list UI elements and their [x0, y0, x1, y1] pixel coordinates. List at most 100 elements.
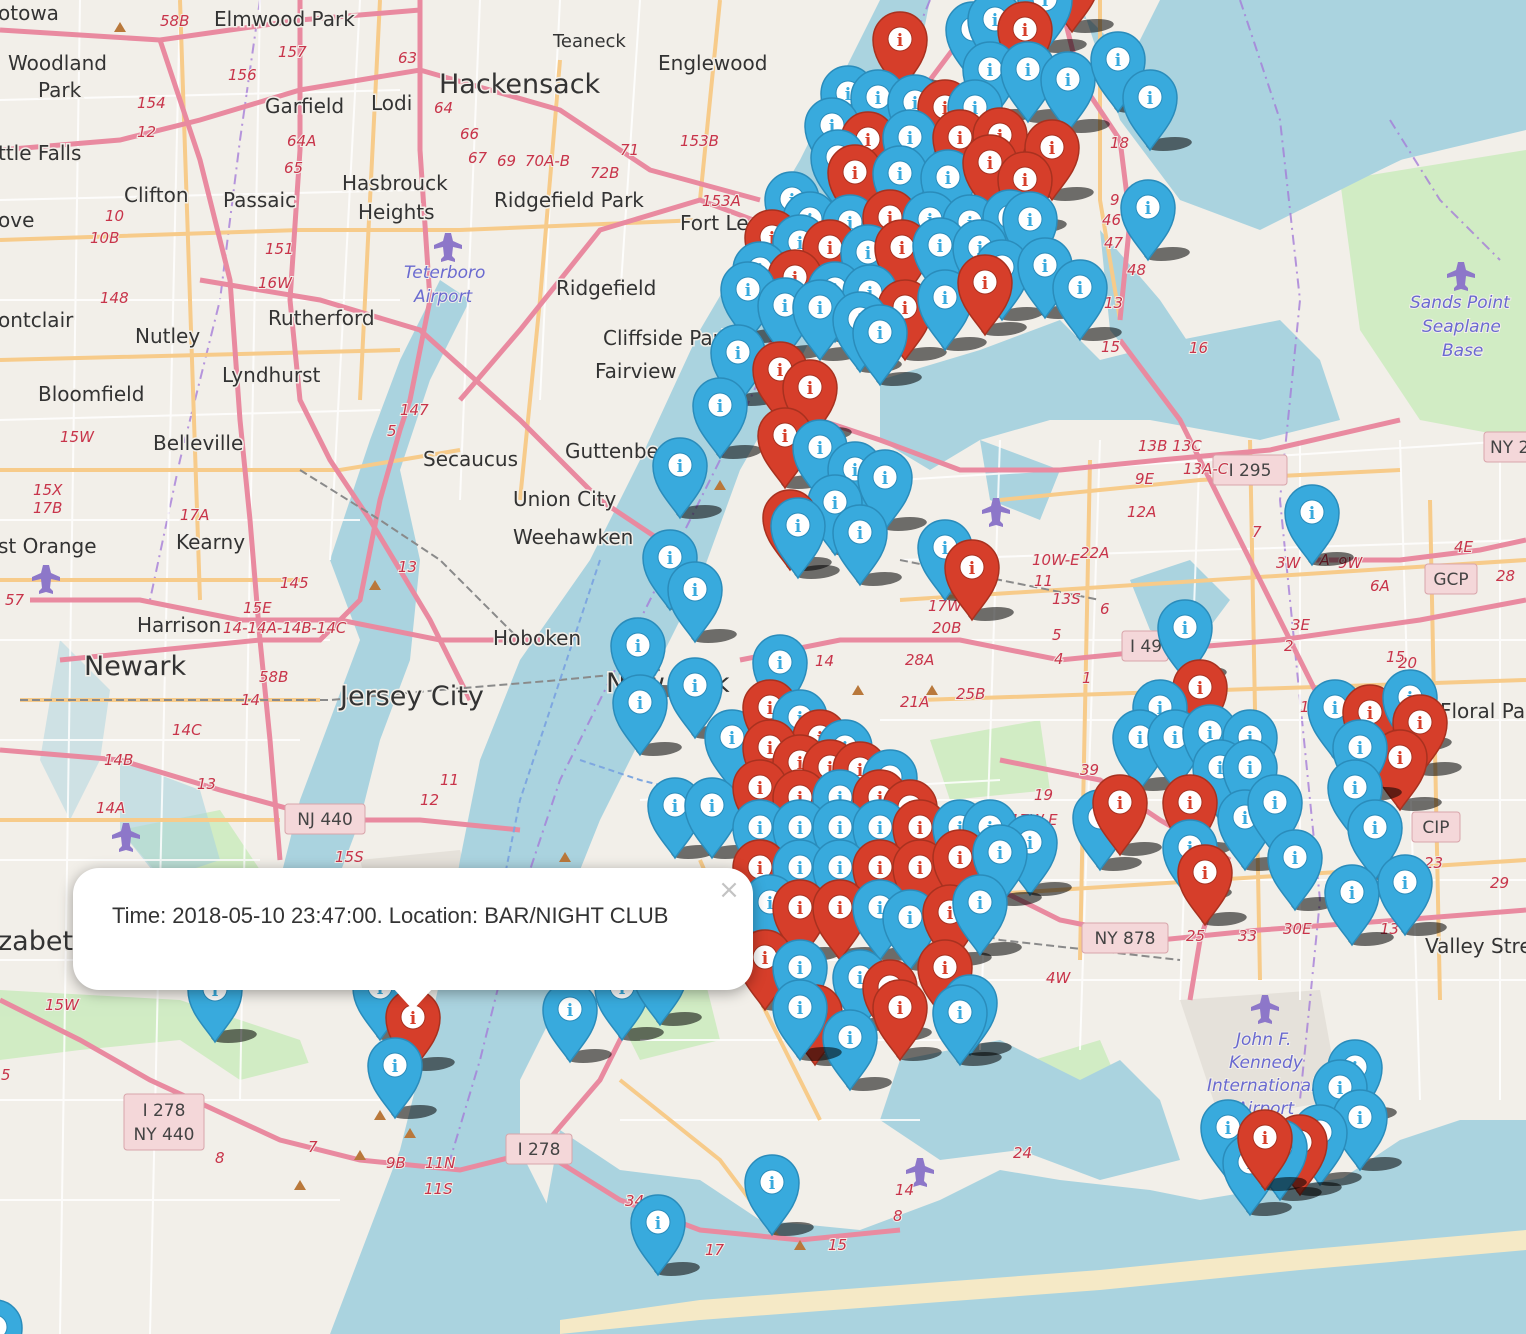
info-icon: i [1332, 699, 1339, 719]
info-icon: i [1417, 714, 1424, 734]
info-icon: i [837, 859, 844, 879]
marker-blue[interactable]: i [0, 1299, 42, 1334]
info-icon: i [1182, 619, 1189, 639]
marker-blue[interactable]: i [1284, 484, 1359, 566]
info-icon: i [857, 524, 864, 544]
info-icon: i [1357, 1109, 1364, 1129]
info-icon: i [735, 344, 742, 364]
info-icon: i [692, 581, 699, 601]
info-icon: i [635, 637, 642, 657]
marker-blue[interactable]: i [692, 377, 767, 459]
info-icon: i [969, 559, 976, 579]
info-icon: i [667, 549, 674, 569]
info-icon: i [1147, 89, 1154, 109]
marker-blue[interactable]: i [1377, 854, 1452, 936]
info-icon: i [1027, 834, 1034, 854]
info-icon: i [1115, 51, 1122, 71]
info-icon: i [729, 729, 736, 749]
info-icon: i [797, 859, 804, 879]
info-icon: i [827, 239, 834, 259]
info-icon: i [982, 274, 989, 294]
info-icon: i [837, 899, 844, 919]
info-icon: i [987, 61, 994, 81]
info-icon: i [942, 959, 949, 979]
info-icon: i [1309, 504, 1316, 524]
info-icon: i [899, 239, 906, 259]
info-icon: i [997, 844, 1004, 864]
popup-text: Time: 2018-05-10 23:47:00. Location: BAR… [112, 903, 669, 928]
info-icon: i [677, 457, 684, 477]
info-icon: i [877, 324, 884, 344]
info-icon: i [1197, 679, 1204, 699]
close-icon[interactable]: × [715, 876, 743, 904]
info-icon: i [1247, 759, 1254, 779]
info-icon: i [897, 31, 904, 51]
info-icon: i [1137, 729, 1144, 749]
info-icon: i [692, 677, 699, 697]
info-icon: i [797, 959, 804, 979]
info-icon: i [1202, 864, 1209, 884]
info-icon: i [1022, 21, 1029, 41]
info-icon: i [817, 299, 824, 319]
info-icon: i [917, 859, 924, 879]
info-icon: i [767, 739, 774, 759]
info-icon: i [817, 439, 824, 459]
info-icon: i [1065, 71, 1072, 91]
info-icon: i [717, 397, 724, 417]
info-icon: i [567, 1001, 574, 1021]
info-icon: i [1077, 279, 1084, 299]
info-icon: i [977, 894, 984, 914]
info-icon: i [797, 899, 804, 919]
marker-red[interactable]: i [944, 539, 1019, 621]
marker-blue[interactable]: i [1052, 259, 1127, 341]
info-icon: i [1022, 171, 1029, 191]
info-icon: i [769, 1174, 776, 1194]
info-icon: i [877, 819, 884, 839]
marker-layer[interactable]: ii iii i iiii i i i iii i i ii i iiiii i ii i i i i i iiiii i… [0, 0, 1526, 1334]
info-icon: i [637, 694, 644, 714]
info-icon: i [917, 819, 924, 839]
info-icon: i [882, 469, 889, 489]
info-icon: i [847, 1029, 854, 1049]
info-icon: i [795, 517, 802, 537]
info-icon: i [1372, 819, 1379, 839]
marker-blue[interactable]: i [1122, 69, 1197, 151]
info-icon: i [897, 165, 904, 185]
info-icon: i [1049, 139, 1056, 159]
info-icon: i [782, 427, 789, 447]
info-icon: i [1349, 884, 1356, 904]
marker-blue[interactable]: i [832, 504, 907, 586]
info-icon: i [1025, 61, 1032, 81]
info-icon: i [832, 494, 839, 514]
marker-blue[interactable]: i [367, 1037, 442, 1119]
info-icon: i [1357, 739, 1364, 759]
info-icon: i [1027, 211, 1034, 231]
info-icon: i [1172, 729, 1179, 749]
popup-tip [393, 988, 433, 1010]
marker-blue[interactable]: i [1120, 179, 1195, 261]
info-icon: i [655, 1214, 662, 1234]
marker-blue[interactable]: i [630, 1194, 705, 1276]
info-icon: i [1272, 794, 1279, 814]
info-icon: i [902, 299, 909, 319]
info-icon: i [1397, 749, 1404, 769]
info-icon: i [672, 797, 679, 817]
info-icon: i [957, 1004, 964, 1024]
info-icon: i [1187, 794, 1194, 814]
info-icon: i [762, 949, 769, 969]
info-icon: i [745, 281, 752, 301]
info-icon: i [1225, 1119, 1232, 1139]
info-icon: i [797, 999, 804, 1019]
marker-blue[interactable]: i [667, 561, 742, 643]
marker-blue[interactable]: i [744, 1154, 819, 1236]
info-icon: i [897, 999, 904, 1019]
info-icon: i [942, 289, 949, 309]
info-icon: i [1145, 199, 1152, 219]
info-icon: i [1242, 809, 1249, 829]
info-icon: i [757, 779, 764, 799]
info-icon: i [1262, 1129, 1269, 1149]
info-icon: i [1402, 874, 1409, 894]
info-icon: i [907, 129, 914, 149]
info-icon: i [1117, 794, 1124, 814]
map-view[interactable]: I 295 GCP NJ 440 NY 878 I 278 NY 440 I 27… [0, 0, 1526, 1334]
